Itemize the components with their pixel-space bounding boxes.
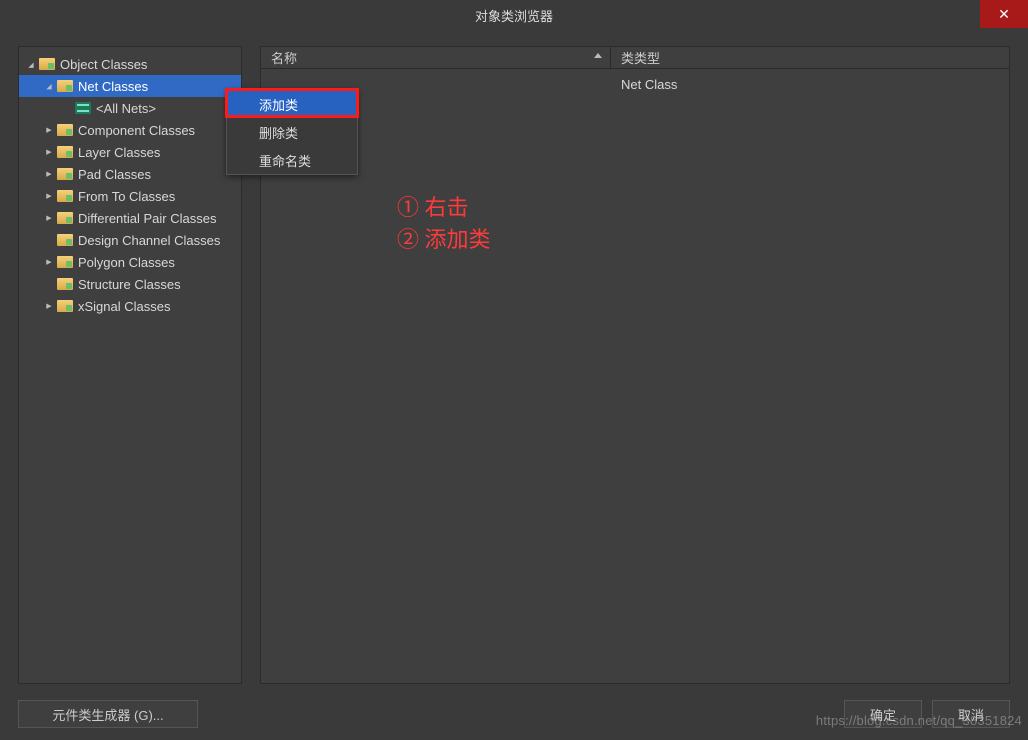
tree-item-design-channel-classes[interactable]: Design Channel Classes: [19, 229, 241, 251]
annotation-step-2: ② 添加类: [397, 222, 491, 254]
tree-item-polygon-classes[interactable]: Polygon Classes: [19, 251, 241, 273]
context-menu: 添加类 删除类 重命名类: [226, 89, 358, 175]
tree-label: Layer Classes: [78, 145, 160, 160]
folder-icon: [57, 278, 73, 290]
folder-icon: [57, 168, 73, 180]
column-header-label: 名称: [271, 48, 297, 67]
tree-label: Structure Classes: [78, 277, 181, 292]
nets-icon: [75, 102, 91, 114]
tree-label: Net Classes: [78, 79, 148, 94]
chevron-right-icon[interactable]: [43, 300, 55, 312]
tree-item-from-to-classes[interactable]: From To Classes: [19, 185, 241, 207]
chevron-down-icon[interactable]: [43, 80, 55, 92]
cancel-button[interactable]: 取消: [932, 700, 1010, 728]
tree-label: Object Classes: [60, 57, 147, 72]
tree-panel: Object Classes Net Classes <All Nets> Co…: [18, 46, 242, 684]
context-menu-delete-class[interactable]: 删除类: [227, 118, 357, 146]
chevron-right-icon[interactable]: [43, 146, 55, 158]
tree-label: Pad Classes: [78, 167, 151, 182]
footer-button-group: 确定 取消: [844, 700, 1010, 728]
close-icon: ✕: [998, 6, 1010, 23]
tree-item-net-classes[interactable]: Net Classes: [19, 75, 241, 97]
chevron-down-icon[interactable]: [25, 58, 37, 70]
list-body: Net Class: [261, 69, 1009, 99]
spacer-icon: [61, 102, 73, 114]
tree-item-structure-classes[interactable]: Structure Classes: [19, 273, 241, 295]
component-class-generator-button[interactable]: 元件类生成器 (G)...: [18, 700, 198, 728]
menu-item-label: 删除类: [259, 123, 298, 142]
spacer-icon: [43, 278, 55, 290]
folder-icon: [57, 300, 73, 312]
tree-item-component-classes[interactable]: Component Classes: [19, 119, 241, 141]
column-header-label: 类类型: [621, 48, 660, 67]
tree-item-differential-pair-classes[interactable]: Differential Pair Classes: [19, 207, 241, 229]
table-row[interactable]: Net Class: [261, 73, 1009, 95]
folder-icon: [57, 146, 73, 158]
cell-type: Net Class: [611, 77, 1009, 92]
chevron-right-icon[interactable]: [43, 212, 55, 224]
chevron-right-icon[interactable]: [43, 190, 55, 202]
chevron-right-icon[interactable]: [43, 124, 55, 136]
tree-label: <All Nets>: [96, 101, 156, 116]
folder-icon: [57, 212, 73, 224]
tree-item-layer-classes[interactable]: Layer Classes: [19, 141, 241, 163]
tree-label: Design Channel Classes: [78, 233, 220, 248]
tree-root-object-classes[interactable]: Object Classes: [19, 53, 241, 75]
folder-icon: [57, 190, 73, 202]
tree-label: Component Classes: [78, 123, 195, 138]
folder-icon: [57, 234, 73, 246]
button-label: 确定: [870, 705, 896, 724]
folder-icon: [39, 58, 55, 70]
context-menu-rename-class[interactable]: 重命名类: [227, 146, 357, 174]
folder-icon: [57, 80, 73, 92]
close-button[interactable]: ✕: [980, 0, 1028, 28]
tree-item-xsignal-classes[interactable]: xSignal Classes: [19, 295, 241, 317]
spacer-icon: [43, 234, 55, 246]
annotation-step-1: ① 右击: [397, 190, 469, 222]
button-label: 元件类生成器 (G)...: [52, 705, 163, 724]
folder-icon: [57, 124, 73, 136]
tree-item-pad-classes[interactable]: Pad Classes: [19, 163, 241, 185]
menu-item-label: 重命名类: [259, 151, 311, 170]
window-title: 对象类浏览器: [475, 6, 553, 25]
tree-item-all-nets[interactable]: <All Nets>: [19, 97, 241, 119]
column-header-type[interactable]: 类类型: [611, 47, 1009, 68]
tree-label: Polygon Classes: [78, 255, 175, 270]
chevron-right-icon[interactable]: [43, 256, 55, 268]
tree-label: xSignal Classes: [78, 299, 171, 314]
footer: 元件类生成器 (G)... 确定 取消: [18, 700, 1010, 728]
sort-ascending-icon: [594, 53, 602, 58]
list-header: 名称 类类型: [261, 47, 1009, 69]
menu-item-label: 添加类: [259, 95, 298, 114]
chevron-right-icon[interactable]: [43, 168, 55, 180]
folder-icon: [57, 256, 73, 268]
tree-label: Differential Pair Classes: [78, 211, 216, 226]
ok-button[interactable]: 确定: [844, 700, 922, 728]
list-panel: 名称 类类型 Net Class: [260, 46, 1010, 684]
column-header-name[interactable]: 名称: [261, 47, 611, 68]
context-menu-add-class[interactable]: 添加类: [227, 90, 357, 118]
titlebar: 对象类浏览器 ✕: [0, 0, 1028, 30]
button-label: 取消: [958, 705, 984, 724]
tree-label: From To Classes: [78, 189, 175, 204]
main-area: Object Classes Net Classes <All Nets> Co…: [18, 46, 1010, 684]
